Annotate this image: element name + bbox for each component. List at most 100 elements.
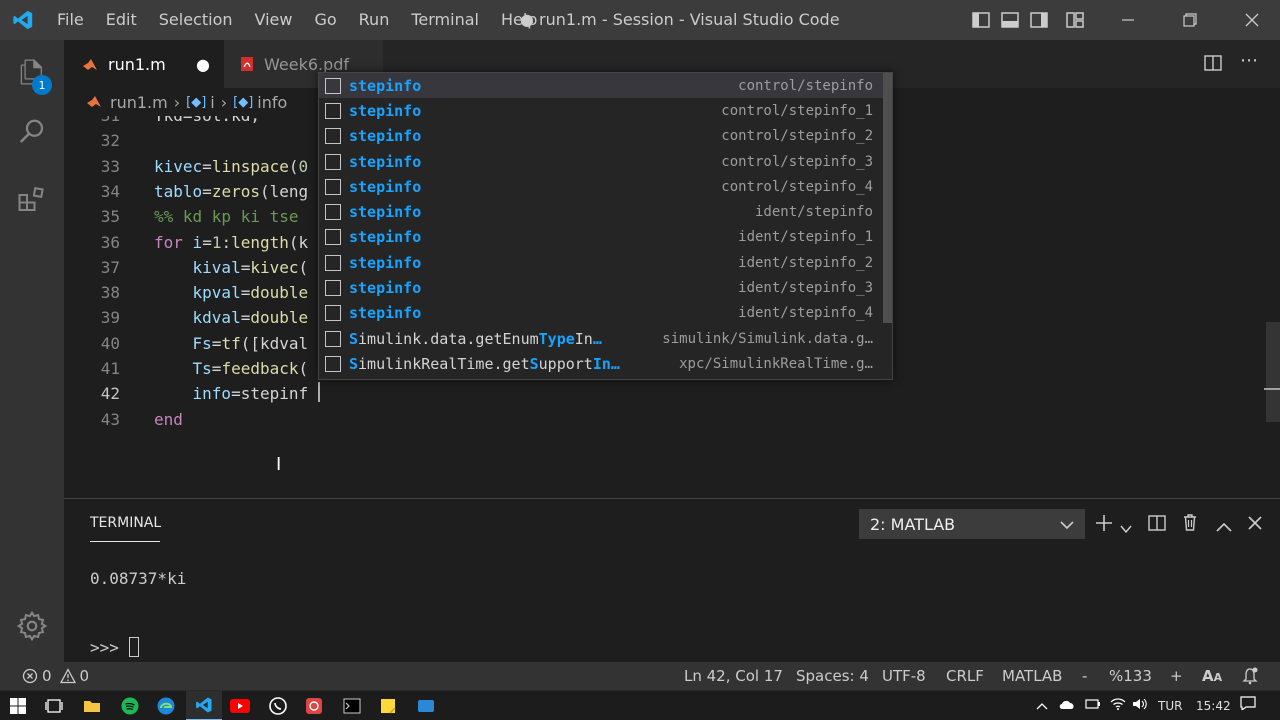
tab-terminal[interactable]: TERMINAL	[90, 515, 161, 531]
code-token: =	[211, 333, 222, 353]
command-prompt-icon[interactable]	[334, 691, 370, 720]
split-terminal-icon[interactable]	[1148, 514, 1166, 536]
code-line[interactable]: 42 info=stepinf	[64, 381, 1264, 406]
cursor-position[interactable]: Ln 42, Col 17	[684, 662, 783, 690]
warning-count: 0	[79, 667, 90, 685]
line-number: 32	[100, 131, 120, 151]
toggle-panel-icon[interactable]	[995, 12, 1024, 28]
font-size-icon[interactable]: AA	[1202, 662, 1222, 690]
problems-indicator[interactable]: 0 0	[22, 662, 89, 690]
tray-chevron-up-icon[interactable]	[1036, 691, 1048, 720]
spotify-icon[interactable]	[112, 691, 148, 720]
notifications-bell-icon[interactable]	[1242, 662, 1258, 690]
menu-file[interactable]: File	[46, 0, 95, 40]
vscode-logo-icon	[0, 0, 46, 40]
zoom-out-button[interactable]: -	[1082, 662, 1087, 690]
menu-edit[interactable]: Edit	[95, 0, 148, 40]
vertical-scrollbar[interactable]	[1266, 322, 1280, 422]
breadcrumb-symbol-info[interactable]: info	[257, 93, 287, 112]
suggestion-item[interactable]: stepinfo ident/stepinfo_2	[319, 250, 885, 275]
whatsapp-icon[interactable]	[260, 691, 296, 720]
suggestion-item[interactable]: stepinfo control/stepinfo_4	[319, 174, 885, 199]
indentation[interactable]: Spaces: 4	[796, 662, 869, 690]
task-view-icon[interactable]	[36, 691, 72, 720]
action-center-icon[interactable]	[1240, 691, 1256, 720]
extensions-icon[interactable]	[0, 170, 64, 230]
suggestion-item[interactable]: stepinfo control/stepinfo_2	[319, 124, 885, 149]
file-explorer-icon[interactable]	[74, 691, 110, 720]
tab-run1-m[interactable]: run1.m ●	[64, 40, 224, 88]
explorer-icon[interactable]: 1	[0, 42, 64, 102]
breadcrumb-file[interactable]: run1.m	[110, 93, 168, 112]
text-suggestion-icon	[325, 254, 341, 271]
code-token: tf	[221, 333, 241, 353]
menu-go[interactable]: Go	[303, 0, 347, 40]
split-editor-icon[interactable]	[1204, 54, 1222, 76]
suggestion-item[interactable]: stepinfo ident/stepinfo_1	[319, 225, 885, 250]
code-token: Fs	[192, 333, 212, 353]
suggestion-item[interactable]: stepinfo ident/stepinfo_3	[319, 275, 885, 300]
edge-browser-icon[interactable]	[148, 691, 184, 720]
suggestion-item[interactable]: SimulinkRealTime.getSupportIn… xpc/Simuli…	[319, 351, 885, 376]
zoom-in-button[interactable]: +	[1170, 662, 1183, 690]
suggestion-item[interactable]: stepinfo control/stepinfo	[319, 73, 885, 99]
customize-layout-icon[interactable]	[1053, 12, 1097, 28]
breadcrumb-symbol-i[interactable]: i	[210, 93, 214, 112]
sticky-notes-icon[interactable]	[370, 691, 406, 720]
suggestion-item[interactable]: stepinfo control/stepinfo_3	[319, 149, 885, 174]
wifi-icon[interactable]	[1110, 691, 1126, 720]
new-terminal-icon[interactable]	[1094, 513, 1114, 537]
terminal-selector[interactable]: 2: MATLAB	[859, 509, 1085, 539]
suggestion-item[interactable]: stepinfo ident/stepinfo	[319, 200, 885, 225]
vscode-taskbar-icon[interactable]	[186, 691, 222, 720]
chevron-down-icon[interactable]	[1120, 519, 1132, 538]
windows-start-icon[interactable]	[0, 691, 36, 720]
code-token: double	[250, 308, 309, 328]
close-window-icon[interactable]	[1230, 13, 1274, 27]
code-token: linspace	[211, 156, 289, 176]
trash-icon[interactable]	[1182, 513, 1198, 535]
restore-icon[interactable]	[1150, 13, 1230, 27]
text-suggestion-icon	[325, 153, 341, 170]
suggestion-detail: xpc/SimulinkRealTime.g…	[679, 355, 873, 372]
suggestion-label: stepinfo	[349, 101, 422, 120]
toggle-secondary-sidebar-icon[interactable]	[1024, 12, 1053, 28]
menu-view[interactable]: View	[244, 0, 304, 40]
activity-bar: 1	[0, 40, 64, 662]
youtube-icon[interactable]	[222, 691, 258, 720]
code-token: kpval	[192, 283, 241, 303]
suggestion-detail: simulink/Simulink.data.g…	[662, 330, 873, 347]
suggestion-item[interactable]: stepinfo control/stepinfo_1	[319, 98, 885, 123]
line-number: 37	[100, 257, 120, 277]
suggestion-item[interactable]: Simulink.data.getEnumTypeIn… simulink/Sim…	[319, 326, 885, 351]
unsaved-dot-icon[interactable]: ●	[196, 55, 210, 74]
clock[interactable]: 15:42	[1196, 691, 1231, 720]
app-icon-red[interactable]	[296, 691, 332, 720]
settings-gear-icon[interactable]	[0, 596, 64, 656]
toggle-sidebar-icon[interactable]	[966, 12, 995, 28]
minimize-icon[interactable]	[1106, 13, 1150, 27]
menu-terminal[interactable]: Terminal	[400, 0, 490, 40]
close-panel-icon[interactable]	[1248, 515, 1262, 534]
encoding[interactable]: UTF-8	[882, 662, 926, 690]
chat-app-icon[interactable]	[408, 691, 444, 720]
more-actions-icon[interactable]: ⋯	[1240, 50, 1258, 71]
zoom-level[interactable]: %133	[1109, 662, 1152, 690]
volume-icon[interactable]	[1132, 691, 1148, 720]
input-language[interactable]: TUR	[1158, 691, 1182, 720]
line-code: tablo=zeros(leng	[154, 179, 308, 204]
menu-run[interactable]: Run	[348, 0, 401, 40]
onedrive-cloud-icon[interactable]	[1058, 691, 1076, 720]
terminal-prompt-line[interactable]: >>>	[90, 637, 139, 657]
status-bar: 0 0 Ln 42, Col 17 Spaces: 4 UTF-8 CRLF M…	[0, 662, 1280, 690]
maximize-panel-icon[interactable]	[1216, 517, 1232, 536]
battery-icon[interactable]	[1085, 691, 1101, 720]
suggestion-detail: ident/stepinfo_4	[738, 305, 873, 322]
end-of-line[interactable]: CRLF	[946, 662, 984, 690]
search-icon[interactable]	[0, 102, 64, 162]
menu-selection[interactable]: Selection	[148, 0, 244, 40]
suggestion-item[interactable]: stepinfo ident/stepinfo_4	[319, 301, 885, 326]
language-mode[interactable]: MATLAB	[1002, 662, 1062, 690]
code-line[interactable]: 43 end	[64, 407, 1264, 432]
suggestion-scrollbar[interactable]	[883, 73, 892, 323]
